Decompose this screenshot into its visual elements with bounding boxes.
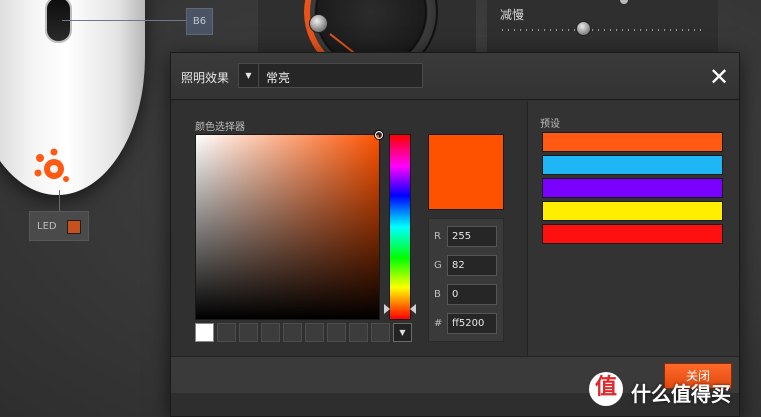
swatch-slot[interactable] <box>261 323 280 342</box>
r-label: R <box>434 231 441 242</box>
deceleration-label: 减慢 <box>500 8 525 22</box>
preset-color-4[interactable] <box>542 201 723 221</box>
chevron-down-icon[interactable]: ▼ <box>239 64 259 87</box>
r-input[interactable]: 255 <box>447 226 497 247</box>
swatch-slot[interactable] <box>305 323 324 342</box>
deceleration-slider-thumb[interactable] <box>576 21 591 36</box>
b-input[interactable]: 0 <box>447 284 497 305</box>
watermark-text: 什么值得买 <box>631 382 731 406</box>
mouse-wheel-button[interactable] <box>45 0 72 43</box>
hex-input[interactable]: ff5200 <box>447 313 497 334</box>
close-icon[interactable]: ✕ <box>706 64 732 90</box>
swatch-slot[interactable] <box>217 323 236 342</box>
saturation-value-square[interactable] <box>195 134 380 320</box>
g-input[interactable]: 82 <box>447 255 497 276</box>
swatch-slot[interactable] <box>195 323 214 342</box>
swatch-slot[interactable] <box>327 323 346 342</box>
led-color-swatch[interactable] <box>67 220 81 234</box>
preset-color-5[interactable] <box>542 224 723 244</box>
hue-slider-handle-right[interactable] <box>410 304 416 314</box>
dial-knob[interactable] <box>309 14 328 33</box>
led-callout-line <box>59 190 60 211</box>
lighting-effect-value: 常亮 <box>266 71 291 85</box>
presets-title: 预设 <box>540 119 560 130</box>
watermark-logo: 值 <box>589 372 623 406</box>
preset-color-1[interactable] <box>542 132 723 152</box>
led-label: LED <box>37 221 57 232</box>
preset-color-3[interactable] <box>542 178 723 198</box>
preset-color-2[interactable] <box>542 155 723 175</box>
recent-swatches <box>195 323 390 342</box>
deceleration-slider-track[interactable] <box>502 29 706 31</box>
hue-slider-handle-left[interactable] <box>384 304 390 314</box>
saturation-value-handle[interactable] <box>375 131 383 139</box>
swatch-slot[interactable] <box>239 323 258 342</box>
hex-label: # <box>434 318 443 329</box>
b-label: B <box>434 289 441 300</box>
swatch-dropdown-button[interactable]: ▼ <box>393 323 412 342</box>
swatch-slot[interactable] <box>349 323 368 342</box>
lighting-effect-label: 照明效果 <box>181 71 230 85</box>
current-color-preview <box>428 134 504 210</box>
hue-slider[interactable] <box>389 134 411 320</box>
swatch-slot[interactable] <box>283 323 302 342</box>
color-picker-title: 颜色选择器 <box>195 122 245 133</box>
button-b6-badge[interactable]: B6 <box>186 8 213 35</box>
g-label: G <box>434 260 442 271</box>
swatch-slot[interactable] <box>371 323 390 342</box>
steelseries-logo-icon <box>34 148 69 182</box>
b6-callout-line <box>62 20 186 21</box>
